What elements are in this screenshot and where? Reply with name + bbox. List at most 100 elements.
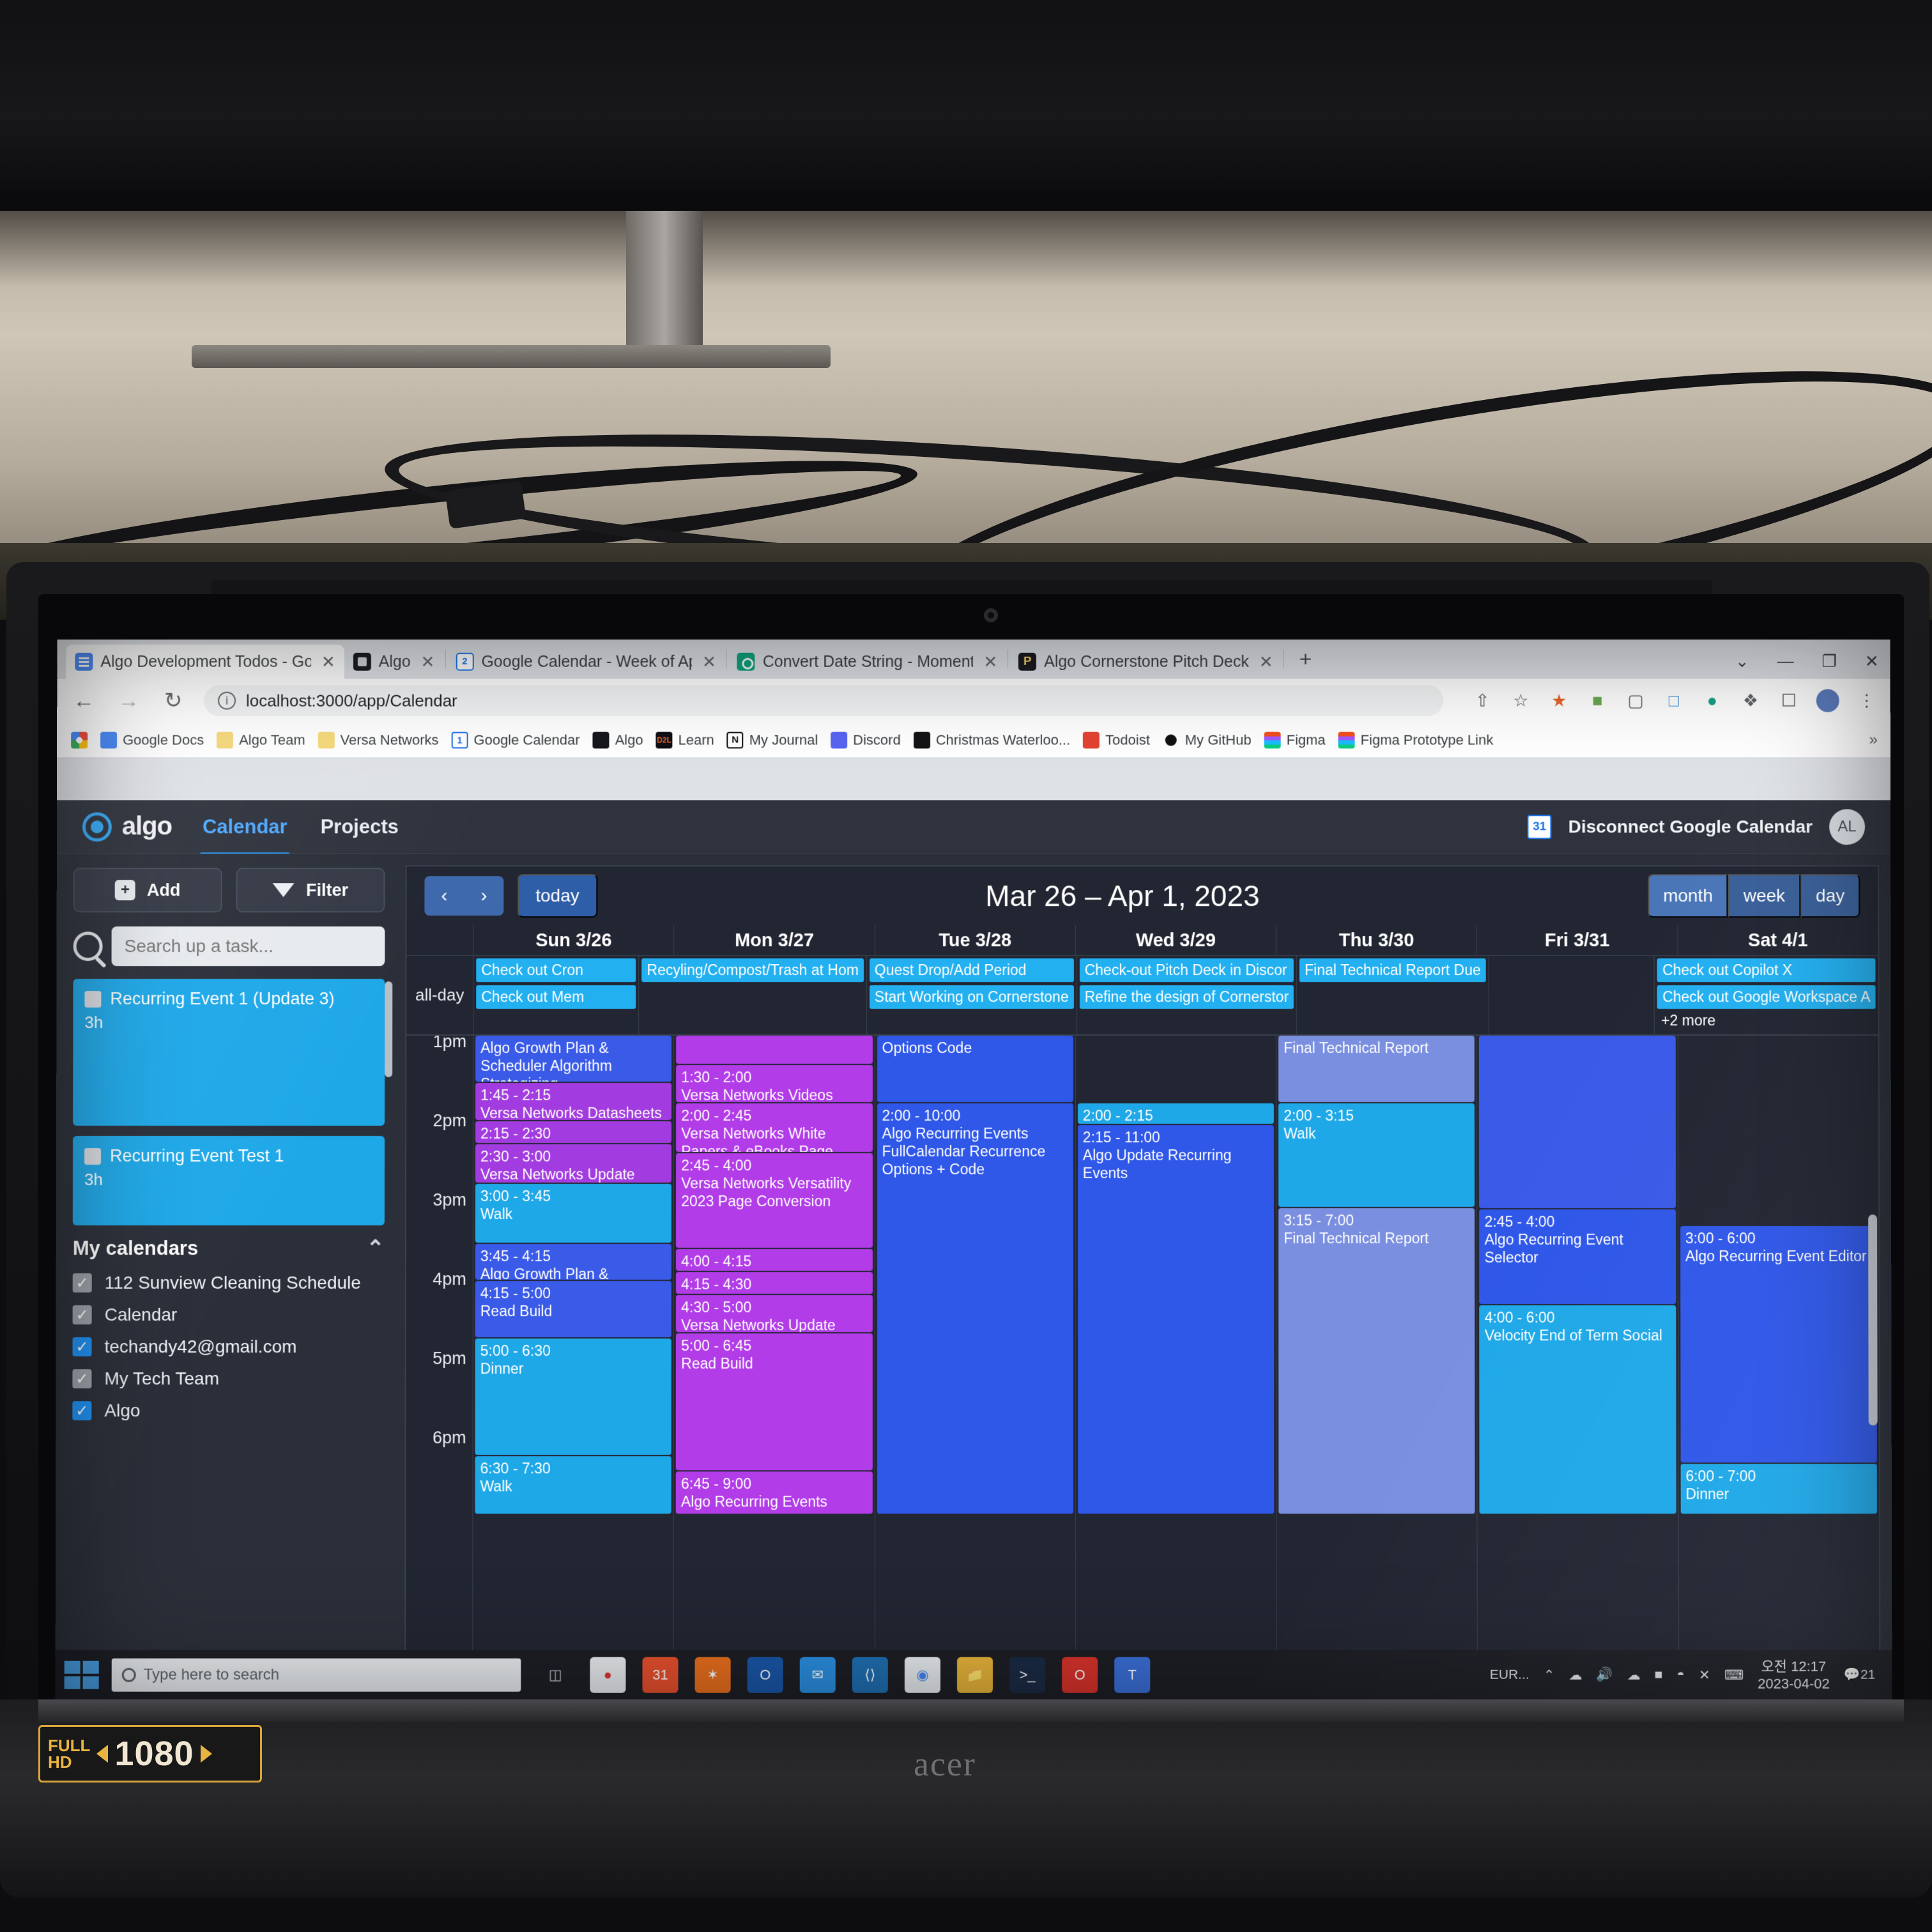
calendar-event[interactable]: 2:45 - 4:00 Versa Networks Versatility 20… (676, 1153, 873, 1248)
day-header-tue[interactable]: Tue 3/28 (874, 925, 1075, 956)
calendar-event[interactable]: 2:00 - 3:15 Walk (1278, 1103, 1475, 1208)
nav-projects[interactable]: Projects (318, 806, 401, 847)
bookmark-my-journal[interactable]: N My Journal (723, 729, 822, 751)
outlook-icon[interactable]: O (747, 1657, 783, 1693)
calendar-event[interactable]: 6:00 - 7:00 Dinner (1680, 1464, 1877, 1514)
today-button[interactable]: today (518, 874, 597, 918)
calendar-event[interactable] (676, 1036, 873, 1064)
tab-convert-date-string[interactable]: Convert Date String - Moment.js ✕ (728, 645, 1006, 679)
all-day-event[interactable]: Check out Cron (476, 958, 636, 983)
bookmark-christmas-waterloo[interactable]: Christmas Waterloo... (910, 729, 1074, 751)
terminal-icon[interactable]: >_ (1009, 1657, 1046, 1693)
calendar-event[interactable]: 4:00 - 6:00 Velocity End of Term Social (1479, 1305, 1676, 1514)
bookmark-algo[interactable]: Algo (589, 729, 647, 751)
all-day-event[interactable]: Refine the design of Cornerstor (1079, 985, 1294, 1009)
calendar-event[interactable]: 2:30 - 3:00Versa Networks Update Pages' … (475, 1144, 672, 1183)
all-day-event[interactable]: Quest Drop/Add Period (869, 958, 1074, 983)
calendar-item-my-tech-team[interactable]: ✓ My Tech Team (72, 1368, 384, 1389)
bookmark-google-calendar[interactable]: 1 Google Calendar (447, 729, 583, 751)
profile-avatar-icon[interactable] (1816, 689, 1839, 712)
all-day-event[interactable]: Recyling/Compost/Trash at Hom (641, 958, 864, 983)
bluetooth-icon[interactable]: ✕ (1699, 1667, 1710, 1683)
fox-extension-icon[interactable]: ★ (1548, 690, 1570, 712)
add-button[interactable]: + Add (73, 868, 222, 913)
minimize-button[interactable]: — (1777, 652, 1794, 671)
teams-icon[interactable]: T (1114, 1657, 1151, 1693)
calendar-event[interactable]: 6:30 - 7:30 Walk (475, 1456, 672, 1514)
calendar-event[interactable]: 6:45 - 9:00 Algo Recurring Events (675, 1471, 873, 1514)
bookmark-todoist[interactable]: Todoist (1079, 729, 1154, 751)
all-day-more-link[interactable]: +2 more (1657, 1012, 1876, 1029)
bookmarks-overflow-button[interactable]: » (1869, 731, 1880, 749)
task-list-scrollbar[interactable] (385, 981, 393, 1078)
close-icon[interactable]: ✕ (983, 652, 997, 671)
day-column-sat[interactable]: 3:00 - 6:00 Algo Recurring Event Editor 6:… (1677, 1036, 1880, 1699)
tab-algo-cornerstone-pitch-deck[interactable]: Algo Cornerstone Pitch Deck ✕ (1009, 645, 1282, 679)
day-header-thu[interactable]: Thu 3/30 (1275, 925, 1477, 956)
forward-button[interactable]: → (114, 688, 142, 713)
calendar-event[interactable]: 3:00 - 6:00 Algo Recurring Event Editor (1680, 1226, 1877, 1463)
close-icon[interactable]: ✕ (702, 652, 716, 671)
taskbar-search-input[interactable]: Type here to search (111, 1658, 521, 1692)
day-column-sun[interactable]: Algo Growth Plan & Scheduler Algorithm S… (472, 1036, 674, 1699)
calendar-icon[interactable]: 31 (642, 1657, 678, 1693)
view-month-button[interactable]: month (1648, 874, 1728, 918)
volume-icon[interactable]: 🔊 (1596, 1667, 1613, 1683)
view-week-button[interactable]: week (1728, 874, 1801, 918)
mail-icon[interactable]: ✉ (799, 1657, 836, 1693)
calendar-checkbox[interactable]: ✓ (72, 1305, 92, 1325)
battery-icon[interactable]: ■ (1655, 1667, 1663, 1683)
disconnect-google-calendar-button[interactable]: Disconnect Google Calendar (1568, 816, 1813, 837)
day-column-mon[interactable]: 1:30 - 2:00Versa Networks Videos Page Mo… (673, 1036, 875, 1699)
all-day-event[interactable]: Check out Copilot X (1657, 958, 1876, 983)
bookmark-google-docs[interactable]: Google Docs (96, 729, 208, 751)
day-header-mon[interactable]: Mon 3/27 (673, 925, 875, 956)
clock[interactable]: 오전 12:17 2023-04-02 (1758, 1657, 1830, 1692)
calendar-checkbox[interactable]: ✓ (72, 1401, 92, 1421)
calendar-event[interactable]: 1:30 - 2:00Versa Networks Videos Page Mo… (676, 1065, 873, 1103)
next-week-button[interactable]: › (464, 876, 504, 916)
calendar-item-techandy42[interactable]: ✓ techandy42@gmail.com (72, 1337, 384, 1357)
calendar-event[interactable] (1479, 1036, 1676, 1209)
recording-icon[interactable]: ● (590, 1657, 626, 1693)
close-icon[interactable]: ✕ (321, 652, 335, 671)
close-icon[interactable]: ✕ (1259, 652, 1273, 671)
calendar-checkbox[interactable]: ✓ (72, 1337, 92, 1357)
tab-algo-development-todos[interactable]: Algo Development Todos - Goog ✕ (66, 644, 344, 679)
calendar-event[interactable]: 2:00 - 2:45 Versa Networks White Papers &… (676, 1103, 873, 1153)
calendar-checkbox[interactable]: ✓ (72, 1273, 92, 1293)
bookmark-algo-team[interactable]: Algo Team (213, 729, 309, 751)
all-day-event[interactable]: Start Working on Cornerstone (869, 985, 1074, 1009)
opera-icon[interactable]: O (1062, 1657, 1098, 1693)
share-icon[interactable]: ⇧ (1471, 690, 1493, 712)
wifi-icon[interactable]: ◓ (1676, 1667, 1685, 1683)
calendar-event[interactable]: 2:00 - 2:15 (1077, 1103, 1275, 1124)
upload-icon[interactable]: ▢ (1625, 690, 1646, 712)
site-info-icon[interactable]: i (218, 691, 236, 710)
task-card[interactable]: Recurring Event Test 1 3h (72, 1136, 385, 1226)
day-header-sun[interactable]: Sun 3/26 (473, 925, 674, 956)
puzzle-icon[interactable]: ❖ (1740, 690, 1761, 712)
calendar-event[interactable]: 2:45 - 4:00 Algo Recurring Event Selector (1479, 1209, 1676, 1305)
calendar-event[interactable]: 5:00 - 6:45 Read Build (676, 1333, 873, 1471)
weather-widget[interactable]: EUR... (1490, 1667, 1529, 1683)
bookmark-google[interactable] (67, 729, 91, 751)
back-button[interactable]: ← (70, 688, 98, 713)
all-day-event[interactable]: Check-out Pitch Deck in Discor (1079, 958, 1294, 983)
tab-google-calendar[interactable]: 2 Google Calendar - Week of April ✕ (447, 645, 724, 679)
close-window-button[interactable]: ✕ (1865, 652, 1879, 671)
all-day-event[interactable]: Final Technical Report Due (1300, 958, 1486, 983)
calendar-scrollbar[interactable] (1868, 1215, 1878, 1426)
calendar-event[interactable]: 3:45 - 4:15Algo Growth Plan & Scheduler … (475, 1244, 672, 1280)
task-card[interactable]: Recurring Event 1 (Update 3) 3h (73, 979, 385, 1126)
calendar-item-calendar[interactable]: ✓ Calendar (72, 1305, 385, 1325)
brand[interactable]: algo (82, 811, 172, 841)
search-input[interactable] (111, 926, 385, 967)
calendar-event[interactable]: 5:00 - 6:30 Dinner (475, 1338, 672, 1455)
cloud-icon[interactable]: ☁ (1627, 1667, 1641, 1683)
calendar-event[interactable]: Options Code (877, 1036, 1073, 1103)
day-header-sat[interactable]: Sat 4/1 (1677, 925, 1878, 956)
onedrive-icon[interactable]: ☁ (1568, 1667, 1582, 1683)
start-button[interactable] (64, 1660, 99, 1689)
extension-icon[interactable]: □ (1663, 690, 1685, 712)
